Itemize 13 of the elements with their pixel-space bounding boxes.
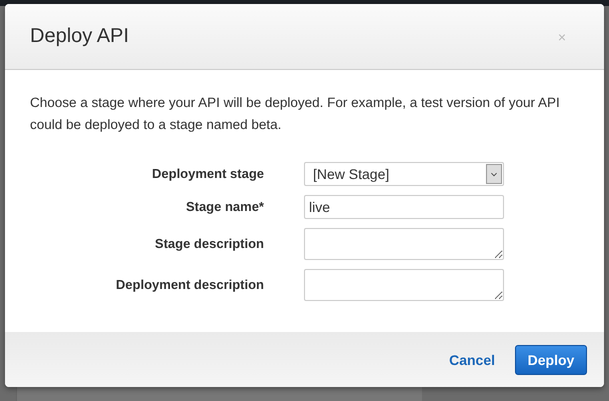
- caret-icon: [486, 164, 502, 184]
- text-area[interactable]: [304, 269, 504, 301]
- field-label: Stage description: [154, 236, 264, 252]
- dialog-title: Deploy API: [30, 25, 129, 48]
- description-text: Choose a stage where your API will be deployed. For example, a test version of your API could be deployed to a stage named beta.: [30, 94, 561, 134]
- stage-dropdown[interactable]: [New Stage]: [304, 162, 504, 186]
- field-label: Deployment stage: [151, 166, 264, 182]
- cancel-button[interactable]: Cancel: [449, 352, 495, 368]
- text-area[interactable]: [304, 228, 504, 260]
- deploy-button[interactable]: Deploy: [515, 344, 587, 374]
- field-label: Stage name*: [184, 199, 264, 215]
- input-field[interactable]: live: [304, 195, 504, 219]
- field-label: Deployment description: [114, 277, 264, 293]
